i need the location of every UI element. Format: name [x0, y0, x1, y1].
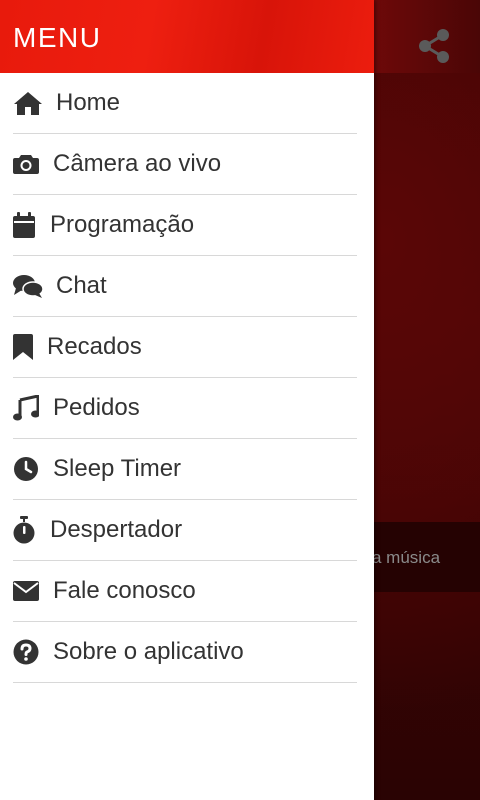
drawer-title: MENU: [13, 22, 102, 53]
clock-icon: [13, 455, 53, 483]
drawer-header: MENU: [0, 0, 374, 73]
menu-item-home[interactable]: Home: [13, 73, 357, 134]
share-icon: [419, 29, 449, 63]
menu-item-chat[interactable]: Chat: [13, 256, 357, 317]
menu-label: Pedidos: [53, 394, 140, 421]
menu-label: Chat: [56, 272, 107, 299]
menu-item-messages[interactable]: Recados: [13, 317, 357, 378]
menu-label: Fale conosco: [53, 577, 196, 604]
stopwatch-icon: [13, 516, 50, 544]
camera-icon: [13, 150, 53, 178]
menu-label: Sobre o aplicativo: [53, 638, 244, 665]
question-icon: [13, 638, 53, 666]
chat-icon: [13, 272, 56, 300]
menu-item-camera[interactable]: Câmera ao vivo: [13, 134, 357, 195]
menu-label: Sleep Timer: [53, 455, 182, 482]
navigation-drawer: MENU Home Câmera ao vivo Programação Cha…: [0, 0, 374, 800]
menu-item-schedule[interactable]: Programação: [13, 195, 357, 256]
menu-item-alarm[interactable]: Despertador: [13, 500, 357, 561]
menu-label: Home: [56, 89, 121, 116]
menu-item-about[interactable]: Sobre o aplicativo: [13, 622, 357, 683]
menu-item-contact[interactable]: Fale conosco: [13, 561, 357, 622]
menu-label: Despertador: [50, 516, 183, 543]
calendar-icon: [13, 211, 50, 239]
share-button[interactable]: [416, 28, 452, 64]
bookmark-icon: [13, 333, 47, 361]
envelope-icon: [13, 577, 53, 605]
now-playing-text: a música: [372, 548, 441, 567]
now-playing-bar[interactable]: a música: [372, 522, 480, 592]
menu-label: Recados: [47, 333, 142, 360]
menu-label: Programação: [50, 211, 195, 238]
app-screen: a música MENU Home Câmera ao vivo Progra…: [0, 0, 480, 800]
menu-list: Home Câmera ao vivo Programação Chat Rec…: [0, 73, 374, 683]
home-icon: [13, 89, 56, 117]
menu-item-requests[interactable]: Pedidos: [13, 378, 357, 439]
music-icon: [13, 394, 53, 422]
menu-label: Câmera ao vivo: [53, 150, 222, 177]
menu-item-sleep-timer[interactable]: Sleep Timer: [13, 439, 357, 500]
